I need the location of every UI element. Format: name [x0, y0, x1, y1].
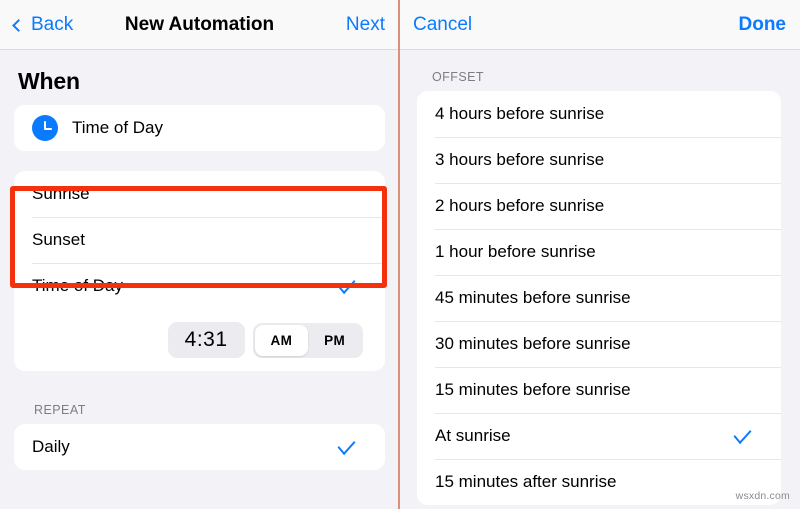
option-row-sunrise[interactable]: Sunrise [14, 171, 385, 217]
offset-row-45-minutes-before-sunrise[interactable]: 45 minutes before sunrise [417, 275, 781, 321]
time-picker-row: 4:31 AM PM [14, 309, 385, 371]
offset-label: 45 minutes before sunrise [435, 288, 763, 308]
cancel-button-label: Cancel [413, 14, 472, 36]
check-icon [734, 424, 752, 444]
offset-label: 2 hours before sunrise [435, 196, 763, 216]
time-value-field[interactable]: 4:31 [168, 322, 245, 358]
offset-label: At sunrise [435, 426, 734, 446]
offset-row-3-hours-before-sunrise[interactable]: 3 hours before sunrise [417, 137, 781, 183]
trigger-card: Time of Day [14, 105, 385, 151]
offset-label: 3 hours before sunrise [435, 150, 763, 170]
trigger-row-time-of-day[interactable]: Time of Day [14, 105, 385, 151]
offset-label: 15 minutes before sunrise [435, 380, 763, 400]
spacer [0, 151, 399, 171]
meridiem-option-pm[interactable]: PM [308, 325, 361, 356]
offset-row-15-minutes-before-sunrise[interactable]: 15 minutes before sunrise [417, 367, 781, 413]
left-navbar: Back New Automation Next [0, 0, 399, 50]
offset-label: 15 minutes after sunrise [435, 472, 763, 492]
left-panel-new-automation: Back New Automation Next When Time of Da… [0, 0, 399, 509]
trigger-options-card: Sunrise Sunset Time of Day 4:31 AM PM [14, 171, 385, 371]
right-panel-offset-picker: Cancel Done OFFSET 4 hours before sunris… [399, 0, 800, 509]
repeat-card: Daily [14, 424, 385, 470]
check-icon [338, 274, 356, 294]
panel-divider [398, 0, 400, 509]
option-label-sunset: Sunset [32, 230, 367, 250]
back-button[interactable]: Back [14, 14, 73, 36]
watermark: wsxdn.com [736, 490, 790, 502]
offset-label: 4 hours before sunrise [435, 104, 763, 124]
repeat-row-daily[interactable]: Daily [14, 424, 385, 470]
done-button-label: Done [739, 14, 787, 36]
offset-row-15-minutes-after-sunrise[interactable]: 15 minutes after sunrise [417, 459, 781, 505]
cancel-button[interactable]: Cancel [413, 14, 472, 36]
offset-row-4-hours-before-sunrise[interactable]: 4 hours before sunrise [417, 91, 781, 137]
offset-label: 1 hour before sunrise [435, 242, 763, 262]
done-button[interactable]: Done [739, 14, 787, 36]
chevron-left-icon [12, 19, 25, 32]
clock-icon [32, 115, 58, 141]
offset-row-1-hour-before-sunrise[interactable]: 1 hour before sunrise [417, 229, 781, 275]
when-section-heading: When [0, 50, 399, 105]
left-content: When Time of Day Sunrise Sunset Time of … [0, 50, 399, 470]
meridiem-segmented-control: AM PM [253, 323, 363, 358]
option-label-sunrise: Sunrise [32, 184, 367, 204]
next-button-label: Next [346, 14, 385, 36]
offset-label: 30 minutes before sunrise [435, 334, 763, 354]
option-row-time-of-day[interactable]: Time of Day [14, 263, 385, 309]
meridiem-option-am[interactable]: AM [255, 325, 309, 356]
offset-row-30-minutes-before-sunrise[interactable]: 30 minutes before sunrise [417, 321, 781, 367]
option-label-time-of-day: Time of Day [32, 276, 338, 296]
right-navbar: Cancel Done [399, 0, 800, 50]
check-icon [338, 435, 356, 455]
repeat-group-label: REPEAT [0, 403, 399, 424]
option-row-sunset[interactable]: Sunset [14, 217, 385, 263]
repeat-label-daily: Daily [32, 437, 338, 457]
offset-group-label: OFFSET [399, 70, 800, 91]
spacer [0, 371, 399, 391]
right-content: OFFSET 4 hours before sunrise 3 hours be… [399, 50, 800, 505]
offset-row-at-sunrise[interactable]: At sunrise [417, 413, 781, 459]
trigger-row-label: Time of Day [72, 118, 367, 138]
offset-options-card: 4 hours before sunrise 3 hours before su… [417, 91, 781, 505]
offset-row-2-hours-before-sunrise[interactable]: 2 hours before sunrise [417, 183, 781, 229]
spacer [399, 50, 800, 70]
back-button-label: Back [31, 14, 73, 36]
screenshot-root: Back New Automation Next When Time of Da… [0, 0, 800, 509]
spacer [0, 391, 399, 403]
next-button[interactable]: Next [346, 14, 385, 36]
